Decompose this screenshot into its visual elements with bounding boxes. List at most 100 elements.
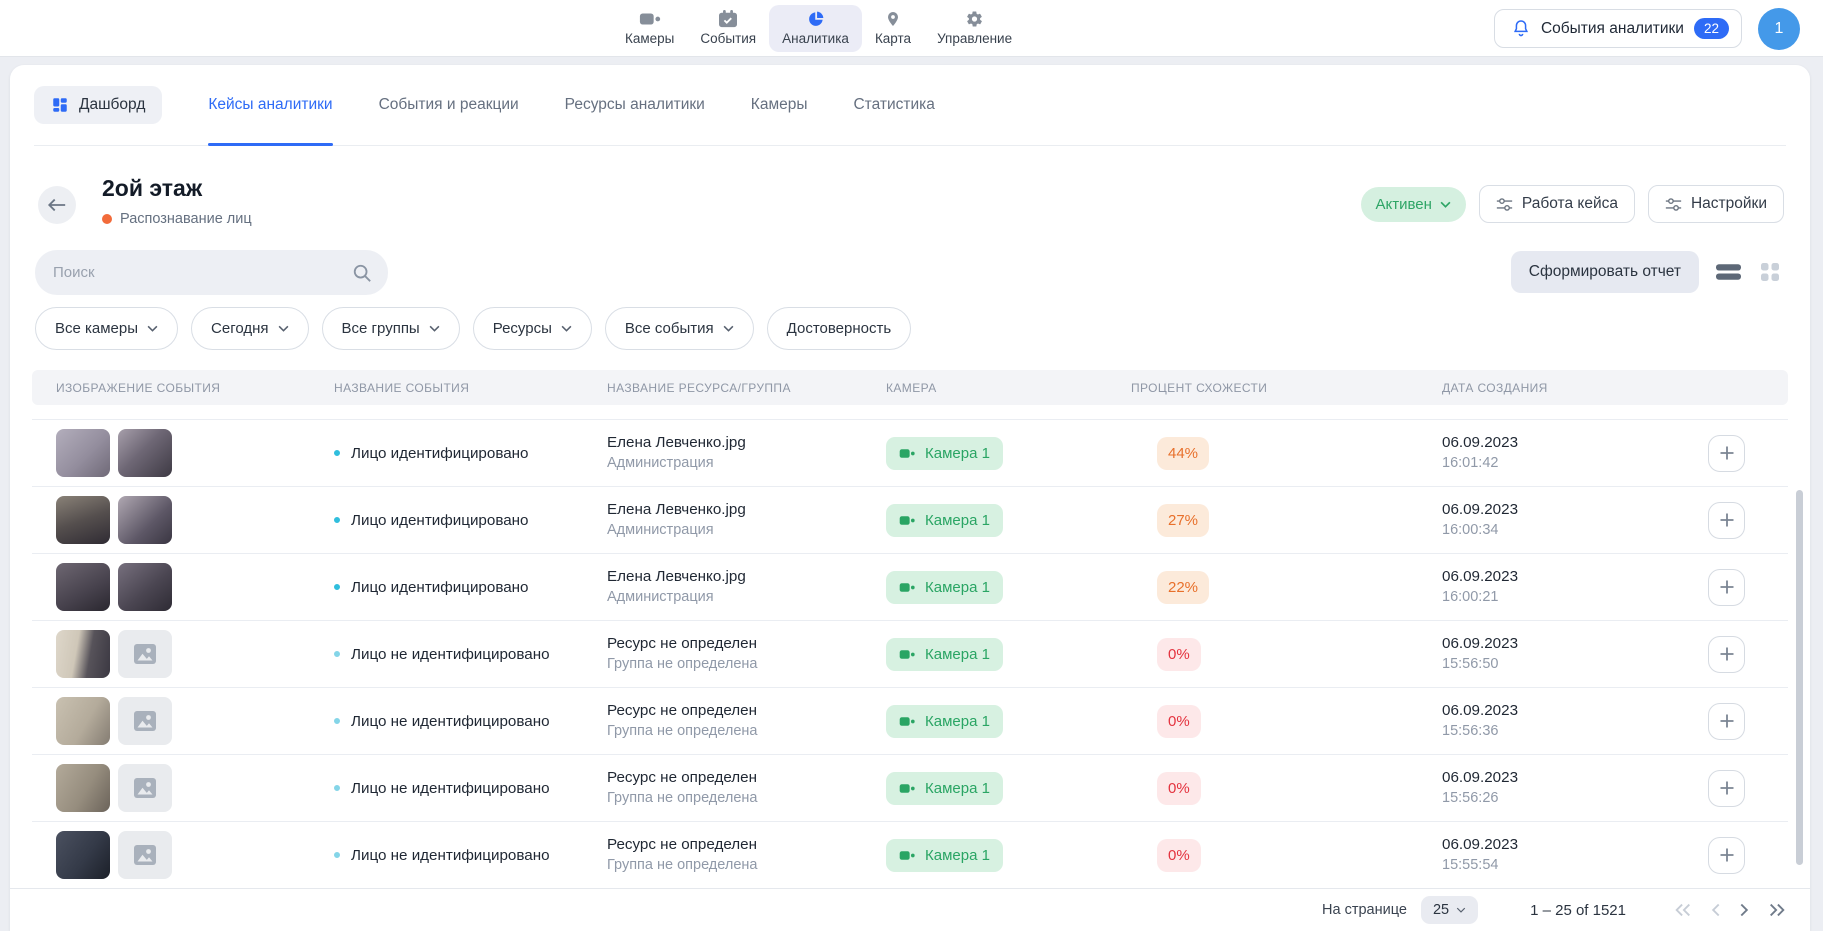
user-avatar[interactable]: 1 — [1758, 8, 1800, 50]
camera-badge[interactable]: Камера 1 — [886, 839, 1003, 872]
event-image-face[interactable] — [118, 764, 172, 812]
add-button[interactable] — [1708, 770, 1745, 807]
event-image-face[interactable] — [118, 697, 172, 745]
event-image-face[interactable] — [118, 831, 172, 879]
filter-confidence[interactable]: Достоверность — [767, 307, 912, 350]
event-name: Лицо идентифицировано — [351, 445, 529, 462]
camera-badge[interactable]: Камера 1 — [886, 638, 1003, 671]
tab-analytics-resources[interactable]: Ресурсы аналитики — [565, 65, 705, 145]
event-image-full[interactable] — [56, 563, 110, 611]
table-row[interactable]: Лицо не идентифицировано Ресурс не опред… — [32, 755, 1788, 822]
tab-events-reactions[interactable]: События и реакции — [379, 65, 519, 145]
actions-cell — [1708, 636, 1788, 673]
search-input[interactable] — [53, 264, 352, 281]
case-work-button[interactable]: Работа кейса — [1479, 185, 1635, 223]
camera-cell: Камера 1 — [886, 705, 1131, 738]
table-header: ИЗОБРАЖЕНИЕ СОБЫТИЯ НАЗВАНИЕ СОБЫТИЯ НАЗ… — [32, 370, 1788, 405]
tab-cameras[interactable]: Камеры — [751, 65, 808, 145]
camera-badge[interactable]: Камера 1 — [886, 571, 1003, 604]
event-image-full[interactable] — [56, 429, 110, 477]
event-image-face[interactable] — [118, 630, 172, 678]
event-image-full[interactable] — [56, 697, 110, 745]
camera-badge[interactable]: Камера 1 — [886, 705, 1003, 738]
event-cell: Лицо не идентифицировано — [334, 646, 607, 663]
event-image-face[interactable] — [118, 429, 172, 477]
filter-date[interactable]: Сегодня — [191, 307, 309, 350]
settings-label: Настройки — [1691, 195, 1767, 213]
event-image-full[interactable] — [56, 764, 110, 812]
filter-events[interactable]: Все события — [605, 307, 754, 350]
plus-icon — [1719, 713, 1735, 729]
last-page-button[interactable] — [1766, 900, 1788, 920]
camera-icon — [899, 514, 916, 527]
analytics-events-button[interactable]: События аналитики 22 — [1494, 9, 1742, 48]
add-button[interactable] — [1708, 502, 1745, 539]
add-button[interactable] — [1708, 435, 1745, 472]
status-dropdown[interactable]: Активен — [1361, 187, 1466, 222]
sliders-icon — [1496, 196, 1513, 213]
nav-item-analytics[interactable]: Аналитика — [769, 5, 862, 52]
gear-icon — [965, 10, 984, 28]
event-type-icon — [334, 584, 340, 590]
add-button[interactable] — [1708, 837, 1745, 874]
table-row[interactable]: Лицо не идентифицировано Ресурс не опред… — [32, 822, 1788, 889]
filter-resources[interactable]: Ресурсы — [473, 307, 592, 350]
event-images-cell — [56, 764, 334, 812]
nav-item-map[interactable]: Карта — [862, 5, 924, 52]
actions-cell — [1708, 435, 1788, 472]
nav-item-cameras[interactable]: Камеры — [612, 5, 687, 52]
filter-groups[interactable]: Все группы — [322, 307, 460, 350]
resource-name: Елена Левченко.jpg — [607, 566, 886, 587]
nav-item-management[interactable]: Управление — [924, 5, 1025, 52]
camera-icon — [639, 10, 661, 28]
settings-button[interactable]: Настройки — [1648, 185, 1784, 223]
camera-badge[interactable]: Камера 1 — [886, 437, 1003, 470]
nav-item-events[interactable]: События — [687, 5, 769, 52]
actions-cell — [1708, 502, 1788, 539]
table-row[interactable]: Лицо не идентифицировано Ресурс не опред… — [32, 621, 1788, 688]
similarity-badge: 44% — [1157, 437, 1209, 470]
event-image-full[interactable] — [56, 496, 110, 544]
back-button[interactable] — [38, 186, 76, 224]
previous-page-button[interactable] — [1708, 900, 1723, 920]
next-page-button[interactable] — [1737, 900, 1752, 920]
creation-time: 16:00:34 — [1442, 520, 1708, 541]
event-image-full[interactable] — [56, 831, 110, 879]
creation-date: 06.09.2023 — [1442, 432, 1708, 453]
camera-badge[interactable]: Камера 1 — [886, 504, 1003, 537]
main-panel: Дашборд Кейсы аналитики События и реакци… — [10, 65, 1810, 931]
filter-cameras[interactable]: Все камеры — [35, 307, 178, 350]
percent-cell: 44% — [1131, 437, 1442, 470]
chevron-down-icon — [561, 325, 572, 332]
event-image-face[interactable] — [118, 496, 172, 544]
first-page-button[interactable] — [1672, 900, 1694, 920]
per-page-select[interactable]: 25 — [1421, 896, 1478, 924]
list-view-toggle[interactable] — [1714, 261, 1743, 283]
table-row[interactable]: Лицо не идентифицировано Ресурс не опред… — [32, 688, 1788, 755]
image-placeholder-icon — [133, 643, 157, 665]
add-button[interactable] — [1708, 569, 1745, 606]
table-row[interactable]: Лицо идентифицировано Елена Левченко.jpg… — [32, 420, 1788, 487]
event-image-full[interactable] — [56, 630, 110, 678]
add-button[interactable] — [1708, 703, 1745, 740]
grid-view-toggle[interactable] — [1758, 260, 1782, 284]
actions-cell — [1708, 703, 1788, 740]
tab-dashboard[interactable]: Дашборд — [34, 86, 162, 124]
event-name: Лицо не идентифицировано — [351, 713, 550, 730]
add-button[interactable] — [1708, 636, 1745, 673]
pagination-arrows — [1672, 900, 1788, 920]
table-row[interactable]: Лицо идентифицировано Елена Левченко.jpg… — [32, 554, 1788, 621]
pagination-bar: На странице 25 1 – 25 of 1521 — [10, 888, 1810, 931]
vertical-scrollbar[interactable] — [1796, 490, 1803, 865]
camera-icon — [899, 581, 916, 594]
similarity-badge: 0% — [1157, 638, 1201, 671]
percent-cell: 0% — [1131, 772, 1442, 805]
generate-report-button[interactable]: Сформировать отчет — [1511, 251, 1699, 293]
event-image-face[interactable] — [118, 563, 172, 611]
tab-statistics[interactable]: Статистика — [853, 65, 934, 145]
creation-time: 15:56:26 — [1442, 788, 1708, 809]
camera-badge[interactable]: Камера 1 — [886, 772, 1003, 805]
tab-analytics-cases[interactable]: Кейсы аналитики — [208, 65, 332, 145]
table-row[interactable]: Лицо идентифицировано Елена Левченко.jpg… — [32, 487, 1788, 554]
top-bar: Камеры События Аналитика Карта Управлени… — [0, 0, 1823, 57]
